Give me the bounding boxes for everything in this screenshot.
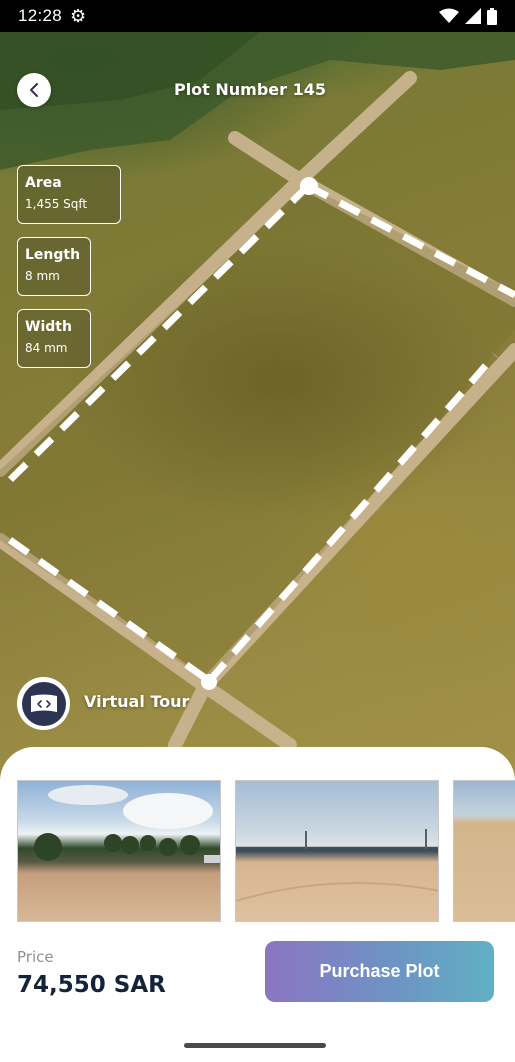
gallery-photo[interactable]	[235, 780, 439, 922]
battery-icon	[487, 7, 497, 25]
photo-gallery[interactable]	[17, 780, 515, 922]
virtual-tour-label[interactable]: Virtual Tour	[84, 692, 189, 711]
length-value: 8 mm	[25, 269, 60, 283]
price-value: 74,550 SAR	[17, 972, 166, 998]
settings-gear-icon: ⚙	[70, 5, 87, 26]
virtual-tour-button[interactable]	[17, 677, 70, 730]
width-value: 84 mm	[25, 341, 68, 355]
home-indicator[interactable]	[184, 1043, 326, 1048]
virtual-tour-icon-background	[21, 681, 66, 726]
wifi-icon	[439, 8, 459, 23]
width-card: Width 84 mm	[17, 309, 91, 368]
gallery-photo[interactable]	[453, 780, 515, 922]
length-card: Length 8 mm	[17, 237, 91, 296]
price-label: Price	[17, 948, 54, 966]
width-label: Width	[25, 319, 72, 335]
length-label: Length	[25, 247, 81, 263]
aerial-plot-image	[0, 0, 515, 780]
area-card: Area 1,455 Sqft	[17, 165, 121, 224]
page-title: Plot Number 145	[173, 80, 327, 99]
gallery-photo[interactable]	[17, 780, 221, 922]
area-value: 1,455 Sqft	[25, 197, 88, 211]
purchase-plot-button[interactable]: Purchase Plot	[265, 941, 494, 1002]
area-label: Area	[25, 175, 62, 191]
status-time: 12:28	[18, 6, 63, 25]
plot-details-screen: 12:28 ⚙ Plot Number 145 Area 1,455 Sqft …	[0, 0, 515, 1062]
vr-headset-icon	[30, 694, 57, 712]
bottom-sheet: Price 74,550 SAR Purchase Plot	[0, 747, 515, 1062]
status-icons	[439, 7, 497, 25]
cellular-signal-icon	[465, 8, 481, 24]
status-bar: 12:28 ⚙	[0, 0, 515, 32]
